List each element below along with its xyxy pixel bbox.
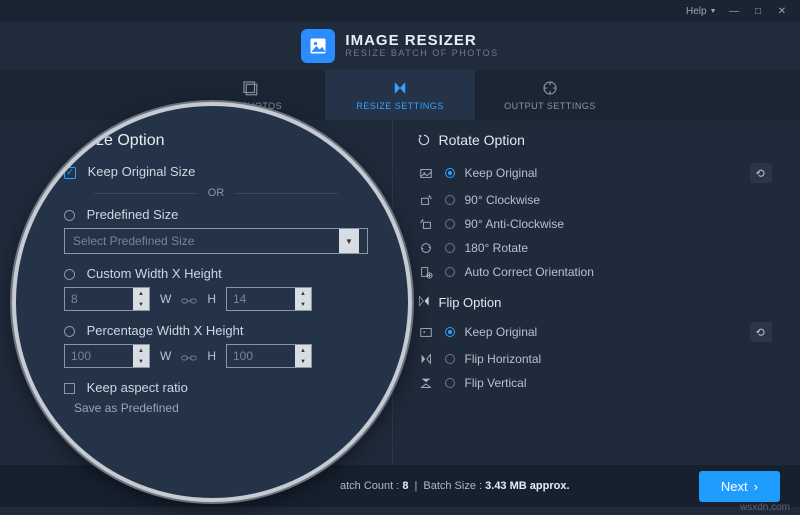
checkbox-icon [64, 383, 75, 394]
percent-height-input[interactable]: 100 ▲▼ [226, 344, 312, 368]
help-menu[interactable]: Help ▼ [686, 6, 717, 17]
keep-original-size[interactable]: Keep Original Size [64, 164, 368, 179]
radio-icon [64, 326, 75, 337]
batch-count-label: atch Count : [340, 480, 399, 492]
save-as-predefined[interactable]: Save as Predefined [74, 401, 368, 415]
undo-icon [755, 167, 767, 179]
radio-icon [445, 327, 455, 337]
flip-h-icon [417, 352, 435, 366]
main-tabs: ADD PHOTOS RESIZE SETTINGS OUTPUT SETTIN… [0, 70, 800, 120]
output-icon [541, 79, 559, 97]
undo-icon [755, 326, 767, 338]
resize-section-title: Resize Option [64, 132, 368, 150]
radio-icon [445, 354, 455, 364]
or-divider: OR [94, 187, 338, 199]
rotate-180[interactable]: 180° Rotate [417, 236, 773, 260]
title-bar: Help ▼ — □ ✕ [0, 0, 800, 22]
rotate-cw-icon [417, 193, 435, 207]
radio-icon [445, 243, 455, 253]
spinner-icon[interactable]: ▲▼ [133, 345, 149, 367]
flip-keep-original[interactable]: Keep Original [417, 317, 773, 347]
radio-icon [445, 168, 455, 178]
tab-output-settings[interactable]: OUTPUT SETTINGS [475, 70, 625, 120]
resize-icon [391, 79, 409, 97]
flip-reset-button[interactable] [750, 322, 772, 342]
radio-icon [64, 269, 75, 280]
custom-height-input[interactable]: 14 ▲▼ [226, 287, 312, 311]
auto-orient-icon [417, 265, 435, 279]
rotate-section-title: Rotate Option [417, 132, 773, 148]
rotate-180-icon [417, 241, 435, 255]
batch-count-value: 8 [402, 480, 408, 492]
minimize-button[interactable]: — [722, 6, 746, 17]
radio-icon [64, 210, 75, 221]
tab-resize-settings[interactable]: RESIZE SETTINGS [325, 70, 475, 120]
rotate-acw-icon [417, 217, 435, 231]
flip-icon [417, 294, 431, 311]
flip-section-title: Flip Option [417, 294, 773, 311]
radio-icon [445, 195, 455, 205]
radio-icon [445, 378, 455, 388]
custom-wh-option[interactable]: Custom Width X Height [64, 266, 368, 281]
custom-width-input[interactable]: 8 ▲▼ [64, 287, 150, 311]
original-icon [417, 166, 435, 180]
rotate-90-acw[interactable]: 90° Anti-Clockwise [417, 212, 773, 236]
app-subtitle: RESIZE BATCH OF PHOTOS [345, 49, 498, 59]
percentage-wh-option[interactable]: Percentage Width X Height [64, 323, 368, 338]
app-header: IMAGE RESIZER RESIZE BATCH OF PHOTOS [0, 22, 800, 70]
checkbox-icon [64, 167, 76, 179]
height-label: H [207, 349, 216, 363]
rotate-keep-original[interactable]: Keep Original [417, 158, 773, 188]
percent-width-input[interactable]: 100 ▲▼ [64, 344, 150, 368]
chevron-right-icon: › [754, 479, 758, 494]
predefined-size-option[interactable]: Predefined Size [64, 207, 368, 222]
next-button[interactable]: Next › [699, 471, 780, 502]
photos-icon [241, 79, 259, 97]
app-title: IMAGE RESIZER [345, 33, 498, 50]
chevron-down-icon: ▼ [710, 8, 717, 15]
close-button[interactable]: ✕ [770, 6, 794, 17]
rotate-90-cw[interactable]: 90° Clockwise [417, 188, 773, 212]
magnifier-lens: Resize Option Keep Original Size OR Pred… [12, 102, 412, 502]
batch-size-value: 3.43 MB approx. [485, 480, 569, 492]
radio-icon [445, 267, 455, 277]
rotate-reset-button[interactable] [750, 163, 772, 183]
rotate-icon [417, 133, 431, 147]
spinner-icon[interactable]: ▲▼ [295, 345, 311, 367]
flip-v-icon [417, 376, 435, 390]
spinner-icon[interactable]: ▲▼ [133, 288, 149, 310]
original-icon [417, 325, 435, 339]
radio-icon [445, 219, 455, 229]
flip-horizontal[interactable]: Flip Horizontal [417, 347, 773, 371]
link-icon[interactable] [181, 350, 197, 362]
chevron-down-icon: ▼ [339, 229, 359, 253]
width-label: W [160, 292, 171, 306]
keep-aspect-ratio[interactable]: Keep aspect ratio [64, 380, 368, 395]
rotate-auto-correct[interactable]: Auto Correct Orientation [417, 260, 773, 284]
maximize-button[interactable]: □ [746, 6, 770, 17]
width-label: W [160, 349, 171, 363]
batch-size-label: Batch Size : [423, 480, 482, 492]
watermark-text: wsxdn.com [740, 502, 790, 513]
app-logo-icon [301, 29, 335, 63]
spinner-icon[interactable]: ▲▼ [295, 288, 311, 310]
flip-vertical[interactable]: Flip Vertical [417, 371, 773, 395]
link-icon[interactable] [181, 293, 197, 305]
height-label: H [207, 292, 216, 306]
predefined-size-select[interactable]: Select Predefined Size ▼ [64, 228, 368, 254]
